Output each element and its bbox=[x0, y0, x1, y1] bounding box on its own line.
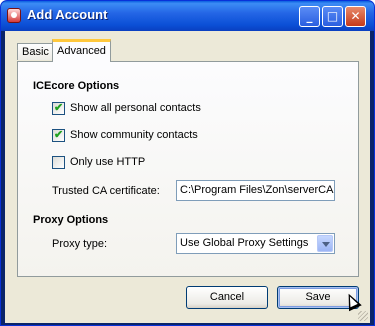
checkmark-icon: ✔ bbox=[54, 129, 64, 141]
proxy-type-select[interactable]: Use Global Proxy Settings bbox=[176, 233, 335, 254]
proxy-type-value: Use Global Proxy Settings bbox=[180, 237, 309, 249]
app-icon bbox=[7, 8, 21, 23]
cancel-button[interactable]: Cancel bbox=[186, 286, 268, 309]
maximize-button[interactable]: □ bbox=[322, 6, 343, 27]
resize-grip[interactable] bbox=[358, 311, 368, 321]
close-button[interactable]: ✕ bbox=[345, 6, 366, 27]
icecore-options-heading: ICEcore Options bbox=[33, 80, 120, 92]
trusted-ca-label: Trusted CA certificate: bbox=[52, 185, 160, 197]
checkbox-box[interactable]: ✔ bbox=[52, 102, 65, 115]
trusted-ca-input[interactable]: C:\Program Files\Zon\serverCA. bbox=[176, 180, 335, 201]
checkbox-label: Show community contacts bbox=[70, 129, 198, 141]
checkbox-label: Show all personal contacts bbox=[70, 102, 201, 114]
dialog-body: Basic Advanced ICEcore Options ✔ Show al… bbox=[5, 31, 370, 323]
checkmark-icon: ✔ bbox=[54, 102, 64, 114]
checkbox-label: Only use HTTP bbox=[70, 156, 146, 168]
chevron-down-icon[interactable] bbox=[317, 235, 333, 252]
minimize-button[interactable]: _ bbox=[299, 6, 320, 27]
proxy-options-heading: Proxy Options bbox=[33, 214, 109, 226]
title-bar[interactable]: Add Account _ □ ✕ bbox=[1, 1, 374, 31]
proxy-type-label: Proxy type: bbox=[52, 238, 108, 250]
tab-basic[interactable]: Basic bbox=[17, 43, 54, 60]
checkbox-box[interactable] bbox=[52, 156, 65, 169]
checkbox-box[interactable]: ✔ bbox=[52, 129, 65, 142]
window-title: Add Account bbox=[27, 7, 108, 22]
tab-advanced[interactable]: Advanced bbox=[52, 39, 111, 62]
add-account-dialog: Add Account _ □ ✕ Basic Advanced ICEcore… bbox=[0, 0, 375, 326]
advanced-panel: ICEcore Options ✔ Show all personal cont… bbox=[17, 61, 359, 277]
